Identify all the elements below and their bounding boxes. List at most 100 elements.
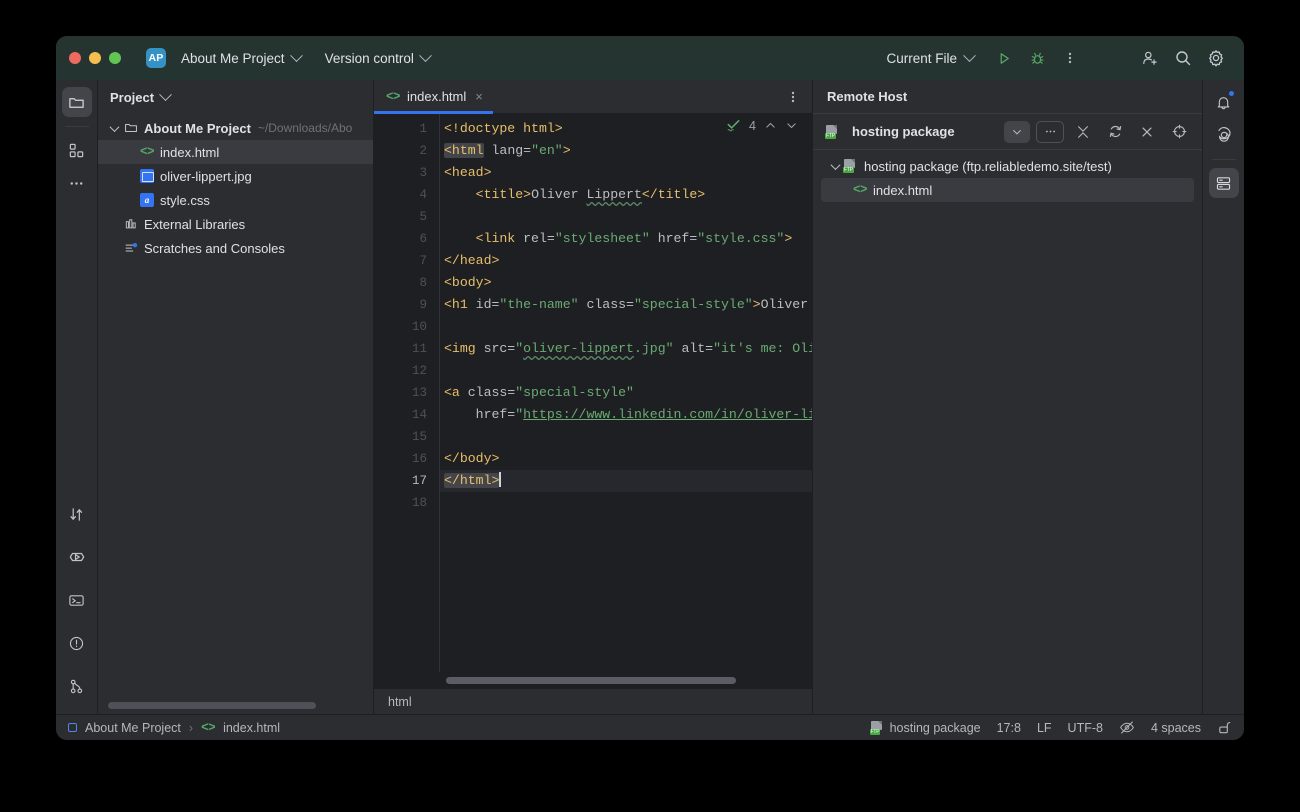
close-remote-panel-button[interactable]	[1134, 121, 1160, 143]
sidebar-item-commit[interactable]	[62, 499, 92, 529]
ide-body: Project About Me Project ~/Downloads/Abo…	[56, 79, 1244, 714]
code-line-11: <img src="oliver-lippert.jpg" alt="it's …	[444, 341, 812, 356]
tree-item-label: Scratches and Consoles	[144, 240, 285, 256]
sidebar-item-more[interactable]	[62, 168, 92, 198]
chevron-down-icon[interactable]	[785, 119, 798, 132]
sidebar-item-git[interactable]	[62, 671, 92, 701]
status-bar-widgets: FTP hosting package 17:8 LF UTF-8 4 spac…	[869, 720, 1232, 735]
remote-options-button[interactable]	[1036, 120, 1064, 143]
tab-index-html[interactable]: <> index.html ×	[374, 79, 493, 114]
editor-tab-options-button[interactable]	[786, 90, 812, 104]
code-line-3: <head>	[444, 165, 492, 180]
right-tool-strip	[1202, 80, 1244, 714]
status-indent[interactable]: 4 spaces	[1151, 721, 1201, 735]
chevron-down-icon	[830, 159, 840, 170]
project-badge: AP	[146, 48, 166, 68]
remote-tree-item-server[interactable]: FTP hosting package (ftp.reliabledemo.si…	[813, 154, 1202, 178]
module-icon	[68, 723, 77, 732]
code-editor[interactable]: 1 2 3 4 5 6 7 8 9 10 11 12 13 14 15 16 1	[374, 114, 812, 672]
project-name-label: About Me Project	[181, 50, 285, 66]
tree-item-path: ~/Downloads/Abo	[257, 121, 353, 135]
settings-button[interactable]	[1201, 44, 1231, 72]
scratches-icon	[122, 241, 140, 256]
server-select-dropdown[interactable]	[1004, 120, 1030, 143]
chevron-down-icon	[419, 48, 432, 62]
tree-item-oliver-lippert-jpg[interactable]: oliver-lippert.jpg	[98, 164, 373, 188]
collapse-all-icon	[1078, 125, 1088, 138]
remote-tree-item-index-html[interactable]: <> index.html	[821, 178, 1194, 202]
sidebar-item-project[interactable]	[61, 87, 92, 117]
tree-item-about-me-project[interactable]: About Me Project ~/Downloads/Abo	[98, 116, 373, 140]
code-line-9: <h1 id="the-name" class="special-style">…	[444, 297, 809, 312]
project-tree: About Me Project ~/Downloads/Abo <> inde…	[98, 114, 373, 696]
status-server-widget[interactable]: FTP hosting package	[869, 720, 981, 735]
reader-mode-off-icon[interactable]	[1119, 720, 1135, 735]
sidebar-item-ai-assistant[interactable]	[1209, 120, 1239, 150]
sidebar-item-problems[interactable]	[62, 628, 92, 658]
editor-gutter[interactable]: 1 2 3 4 5 6 7 8 9 10 11 12 13 14 15 16 1	[374, 114, 440, 672]
title-bar: AP About Me Project Version control Curr…	[56, 36, 1244, 80]
html-file-icon: <>	[852, 183, 868, 197]
editor-hscrollbar-thumb[interactable]	[446, 676, 736, 684]
editor-hscrollbar-track[interactable]	[374, 672, 812, 688]
breadcrumb-file[interactable]: index.html	[223, 721, 280, 735]
window-controls	[69, 52, 121, 64]
code-content[interactable]: <!doctype html> <html lang="en"> <head> …	[440, 114, 812, 672]
debug-button[interactable]	[1022, 44, 1052, 72]
line-number: 18	[411, 496, 427, 510]
project-tool-window: Project About Me Project ~/Downloads/Abo…	[98, 80, 374, 714]
minimize-window-button[interactable]	[89, 52, 101, 64]
run-configuration-selector[interactable]: Current File	[878, 48, 982, 69]
status-bar: About Me Project › <> index.html FTP hos…	[56, 714, 1244, 740]
line-number: 15	[411, 430, 427, 444]
inspection-widget[interactable]: 4	[726, 118, 798, 133]
refresh-button[interactable]	[1102, 121, 1128, 143]
expand-toggle[interactable]	[106, 121, 122, 132]
status-caret-position[interactable]: 17:8	[997, 721, 1021, 735]
line-number: 5	[419, 210, 427, 224]
search-button[interactable]	[1168, 44, 1198, 72]
sidebar-item-remote-host[interactable]	[1208, 168, 1239, 198]
expand-toggle[interactable]	[827, 159, 843, 170]
line-number: 7	[419, 254, 427, 268]
project-widget[interactable]: AP About Me Project	[139, 45, 308, 71]
tree-item-label: External Libraries	[144, 216, 246, 232]
sidebar-item-terminal[interactable]	[62, 585, 92, 615]
more-options-button[interactable]	[1055, 44, 1085, 72]
tree-item-index-html[interactable]: <> index.html	[98, 140, 373, 164]
project-hscrollbar-thumb[interactable]	[108, 701, 316, 709]
status-encoding[interactable]: UTF-8	[1068, 721, 1103, 735]
version-control-widget[interactable]: Version control	[318, 48, 437, 69]
status-line-separator[interactable]: LF	[1037, 721, 1052, 735]
tree-item-scratches-and-consoles[interactable]: Scratches and Consoles	[98, 236, 373, 260]
sidebar-item-structure[interactable]	[62, 135, 92, 165]
tree-item-external-libraries[interactable]: External Libraries	[98, 212, 373, 236]
remote-host-icon	[1216, 176, 1231, 190]
unlocked-padlock-icon[interactable]	[1217, 720, 1232, 735]
editor-breadcrumb-bar[interactable]: html	[374, 688, 812, 714]
add-user-button[interactable]	[1135, 44, 1165, 72]
sidebar-item-run[interactable]	[62, 542, 92, 572]
close-window-button[interactable]	[69, 52, 81, 64]
line-number: 2	[419, 144, 427, 158]
maximize-window-button[interactable]	[109, 52, 121, 64]
line-number: 16	[411, 452, 427, 466]
titlebar-actions: Current File	[878, 44, 1231, 72]
remote-tree-label: hosting package (ftp.reliabledemo.site/t…	[864, 158, 1112, 174]
strip-divider	[64, 126, 89, 127]
line-number: 9	[419, 298, 427, 312]
collapse-all-button[interactable]	[1070, 121, 1096, 143]
chevron-up-icon[interactable]	[764, 119, 777, 132]
tree-item-style-css[interactable]: a style.css	[98, 188, 373, 212]
project-panel-header[interactable]: Project	[98, 80, 373, 114]
tab-close-button[interactable]: ×	[475, 89, 483, 104]
project-hscrollbar-track[interactable]	[98, 696, 373, 714]
project-panel-title: Project	[110, 89, 155, 105]
breadcrumb-project[interactable]: About Me Project	[85, 721, 181, 735]
locate-button[interactable]	[1166, 121, 1192, 143]
close-x-icon	[1142, 126, 1152, 137]
run-button[interactable]	[989, 44, 1019, 72]
sidebar-item-notifications[interactable]	[1209, 87, 1239, 117]
strip-divider	[1211, 159, 1236, 160]
